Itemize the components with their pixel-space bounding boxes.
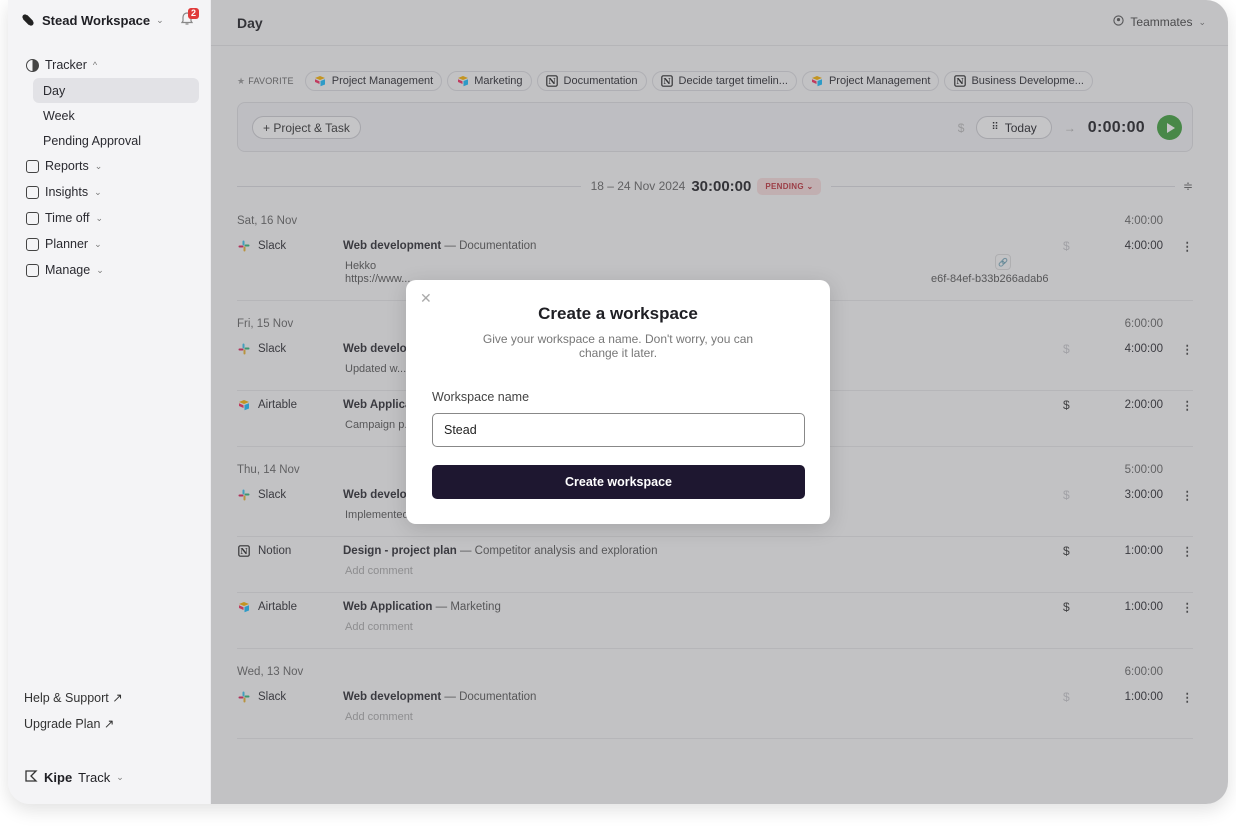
- chevron-down-icon: ⌄: [95, 212, 104, 223]
- sidebar-item-reports[interactable]: Reports ⌄: [20, 153, 200, 179]
- upgrade-plan-link[interactable]: Upgrade Plan ↗: [24, 710, 204, 736]
- modal-subtitle: Give your workspace a name. Don't worry,…: [482, 332, 754, 360]
- sidebar-item-label: Time off: [45, 211, 90, 225]
- notification-badge: 2: [188, 8, 199, 19]
- insights-icon: [26, 185, 39, 199]
- sidebar-item-insights[interactable]: Insights ⌄: [20, 179, 200, 205]
- sidebar-item-planner[interactable]: Planner ⌄: [20, 231, 200, 257]
- help-support-link[interactable]: Help & Support ↗: [24, 684, 204, 710]
- workspace-logo-icon: [20, 12, 36, 28]
- sidebar-item-label: Tracker: [45, 58, 87, 72]
- workspace-name-label: Workspace name: [432, 390, 530, 404]
- sidebar-item-pending-approval[interactable]: Pending Approval: [33, 128, 199, 153]
- product-switcher[interactable]: Kipe Track ⌄: [24, 762, 204, 792]
- create-workspace-button[interactable]: Create workspace: [432, 465, 805, 499]
- planner-icon: [26, 237, 39, 251]
- chevron-down-icon: ⌄: [94, 238, 102, 249]
- sidebar: Stead Workspace ⌄ 2 Tracker ^ Day Week P…: [8, 0, 211, 804]
- workspace-name: Stead Workspace: [42, 12, 151, 28]
- chevron-down-icon: ⌄: [96, 264, 104, 275]
- brand-product: Track: [78, 769, 111, 785]
- workspace-switcher[interactable]: Stead Workspace ⌄: [20, 12, 164, 28]
- sidebar-item-time-off[interactable]: Time off ⌄: [20, 205, 200, 231]
- sidebar-nav: Tracker ^ Day Week Pending Approval Repo…: [20, 52, 200, 283]
- time-off-icon: [26, 211, 39, 225]
- chevron-down-icon: ⌄: [94, 160, 103, 171]
- modal-title: Create a workspace: [538, 304, 698, 323]
- chevron-down-icon: ⌄: [116, 771, 124, 782]
- app-window: Stead Workspace ⌄ 2 Tracker ^ Day Week P…: [8, 0, 1228, 804]
- sidebar-item-tracker[interactable]: Tracker ^: [20, 52, 200, 78]
- chevron-down-icon: ⌄: [94, 186, 102, 197]
- tracker-icon: [26, 58, 39, 72]
- sidebar-item-week[interactable]: Week: [33, 103, 199, 128]
- sidebar-item-label: Insights: [45, 185, 89, 199]
- kipe-logo-icon: [24, 769, 38, 786]
- reports-icon: [26, 159, 39, 173]
- workspace-name-input[interactable]: [432, 413, 805, 447]
- brand-name: Kipe: [44, 769, 73, 785]
- manage-folder-icon: [26, 263, 39, 277]
- sidebar-item-label: Reports: [45, 159, 89, 173]
- sidebar-item-label: Manage: [45, 263, 91, 277]
- chevron-down-icon: ⌄: [156, 14, 164, 25]
- sidebar-footer: Help & Support ↗ Upgrade Plan ↗ Kipe Tra…: [24, 684, 204, 792]
- chevron-up-icon: ^: [92, 60, 98, 70]
- create-workspace-modal: ✕ Create a workspace Give your workspace…: [406, 280, 830, 524]
- sidebar-item-day[interactable]: Day: [33, 78, 199, 103]
- sidebar-item-manage[interactable]: Manage ⌄: [20, 257, 200, 283]
- sidebar-item-label: Planner: [45, 237, 89, 251]
